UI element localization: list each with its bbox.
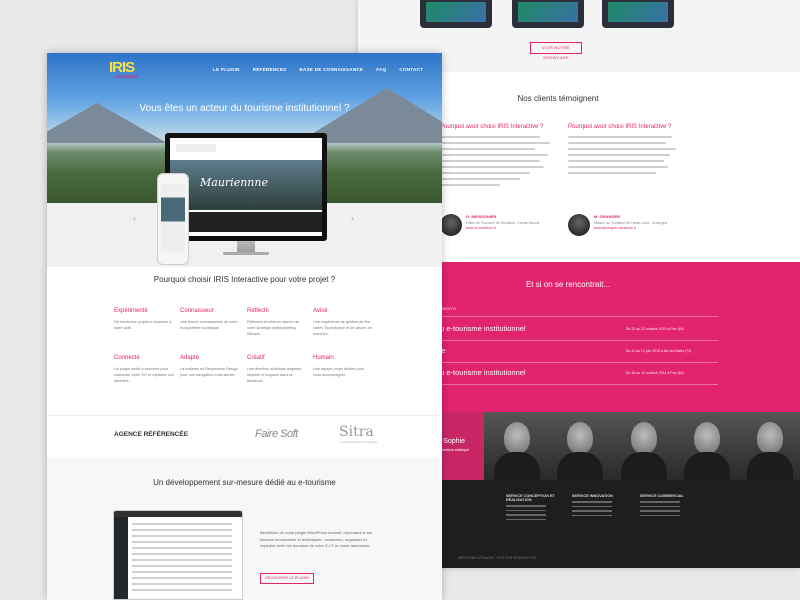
footer-column: Service innovation	[572, 494, 632, 519]
feature-title: Expérimenté	[114, 308, 148, 314]
testimonial-author: O. Meissonier Office de Tourisme de Mont…	[440, 214, 540, 236]
nav-item-contact[interactable]: Contact	[399, 67, 423, 72]
feature-desc: Une expérience de gestion de flux variés…	[313, 320, 372, 336]
nav-item-faq[interactable]: FAQ	[376, 67, 386, 72]
dev-text: Bénéficiez de notre plugin WordPress exc…	[260, 530, 373, 548]
copyright[interactable]: Mentions légales · Site IRIS Interactive	[458, 556, 536, 560]
team-member[interactable]	[484, 412, 548, 480]
feature-desc: De nombreux projets e-tourisme à notre a…	[114, 320, 172, 330]
footer-column: Service conception et réalisation	[506, 494, 566, 523]
dev-title: Un développement sur-mesure dédié au e-t…	[153, 478, 336, 487]
partner-logo: Faire Soft	[255, 428, 298, 440]
desktop-mockup: Mauriennne	[165, 133, 327, 241]
agency-references: AGENCE RÉFÉRENCÉE Faire Soft Sitra L'inf…	[47, 415, 442, 445]
feature-item: Réfléchi Réflexion et mise en œuvre de v…	[247, 308, 307, 337]
feature-desc: La maîtrise du Responsive Design pour un…	[180, 367, 238, 377]
team-member[interactable]	[547, 412, 611, 480]
logo-subtext: interactive	[115, 74, 138, 79]
avatar	[568, 214, 590, 236]
feature-desc: Une bonne connaissance de votre écosystè…	[180, 320, 238, 330]
footer-column: Service commercial	[640, 494, 700, 519]
event-date: Du 16 au 19 octobre 2014 à Pau (64)	[626, 371, 684, 375]
feature-title: Humain	[313, 355, 334, 361]
testimonial-question: Pourquoi avoir choisi IRIS Interactive ?	[568, 124, 672, 130]
team-member[interactable]	[736, 412, 800, 480]
plugin-screenshot	[113, 510, 243, 600]
nav-item-references[interactable]: Références	[253, 67, 287, 72]
dev-section: Un développement sur-mesure dédié au e-t…	[47, 458, 442, 600]
feature-item: Expérimenté De nombreux projets e-touris…	[114, 308, 174, 331]
feature-desc: Réflexion et mise en œuvre de votre stra…	[247, 320, 299, 336]
feature-title: Connaisseur	[180, 308, 214, 314]
feature-desc: Un plugin dédié e-tourisme pour connecte…	[114, 367, 174, 383]
feature-title: Connecté	[114, 355, 140, 361]
footer-column-title: Service conception et réalisation	[506, 494, 555, 502]
feature-title: Réfléchi	[247, 308, 269, 314]
feature-title: Créatif	[247, 355, 265, 361]
carousel-next-icon[interactable]: ›	[351, 213, 354, 223]
author-link[interactable]: www.ot-montlhon.fr	[466, 226, 540, 230]
phone-mockup	[157, 173, 189, 265]
partner-tagline: L'information touristique	[339, 440, 378, 444]
carousel-prev-icon[interactable]: ‹	[133, 213, 136, 223]
feature-desc: Une équipe projet dédiée pour vous accom…	[313, 367, 365, 377]
nav-item-knowledge-base[interactable]: Base de connaissance	[299, 67, 363, 72]
main-nav: Le plugin Références Base de connaissanc…	[213, 67, 423, 72]
feature-item: Adapté La maîtrise du Responsive Design …	[180, 355, 240, 378]
showcase-thumb[interactable]	[602, 0, 674, 28]
testimonial-author: M. Granger Maison du Tourisme de Haute-L…	[568, 214, 667, 236]
author-org: Office de Tourisme de Montlhon - Haute-S…	[466, 221, 540, 225]
front-page-preview: IRIS interactive Le plugin Références Ba…	[47, 53, 442, 600]
showcase-thumb[interactable]	[420, 0, 492, 28]
avatar	[440, 214, 462, 236]
showcase-thumb[interactable]	[512, 0, 584, 28]
nav-item-plugin[interactable]: Le plugin	[213, 67, 240, 72]
feature-title: Avisé	[313, 308, 328, 314]
team-member[interactable]	[610, 412, 674, 480]
author-link[interactable]: www.auvergne-vacances.fr	[594, 226, 667, 230]
author-org: Maison du Tourisme de Haute-Loire - Auve…	[594, 221, 668, 225]
testimonial: Pourquoi avoir choisi IRIS Interactive ?	[440, 124, 560, 190]
feature-desc: Une direction artistique originale, insp…	[247, 367, 303, 383]
event-date: Du 21 au 22 octobre 2015 à Pau (64)	[626, 327, 684, 331]
footer-column-title: Service commercial	[640, 494, 684, 498]
testimonial-question: Pourquoi avoir choisi IRIS Interactive ?	[440, 124, 544, 130]
event-date: Du 11 au 12 juin 2015 à Aix-les-Bains (7…	[626, 349, 692, 353]
why-title: Pourquoi choisir IRIS Interactive pour v…	[153, 275, 336, 284]
team-member[interactable]	[673, 412, 737, 480]
discover-plugin-button[interactable]: Découvrir le plugin	[260, 573, 314, 584]
site-logo[interactable]: IRIS interactive	[109, 59, 151, 81]
testimonial: Pourquoi avoir choisi IRIS Interactive ?	[568, 124, 688, 178]
author-name: M. Granger	[594, 214, 620, 219]
feature-item: Avisé Une expérience de gestion de flux …	[313, 308, 373, 337]
partner-logo: Sitra L'information touristique	[339, 424, 378, 444]
agency-label: AGENCE RÉFÉRENCÉE	[114, 431, 189, 438]
feature-item: Créatif Une direction artistique origina…	[247, 355, 307, 384]
feature-item: Connaisseur Une bonne connaissance de vo…	[180, 308, 240, 331]
feature-item: Connecté Un plugin dédié e-tourisme pour…	[114, 355, 174, 384]
showcase-button[interactable]: Voir notre showcase	[530, 42, 582, 60]
hero-title: Vous êtes un acteur du tourisme institut…	[139, 103, 350, 114]
screen-brand: Mauriennne	[200, 176, 268, 189]
feature-title: Adapté	[180, 355, 200, 361]
author-name: O. Meissonier	[466, 214, 497, 219]
footer-column-title: Service innovation	[572, 494, 613, 498]
feature-item: Humain Une équipe projet dédiée pour vou…	[313, 355, 373, 378]
